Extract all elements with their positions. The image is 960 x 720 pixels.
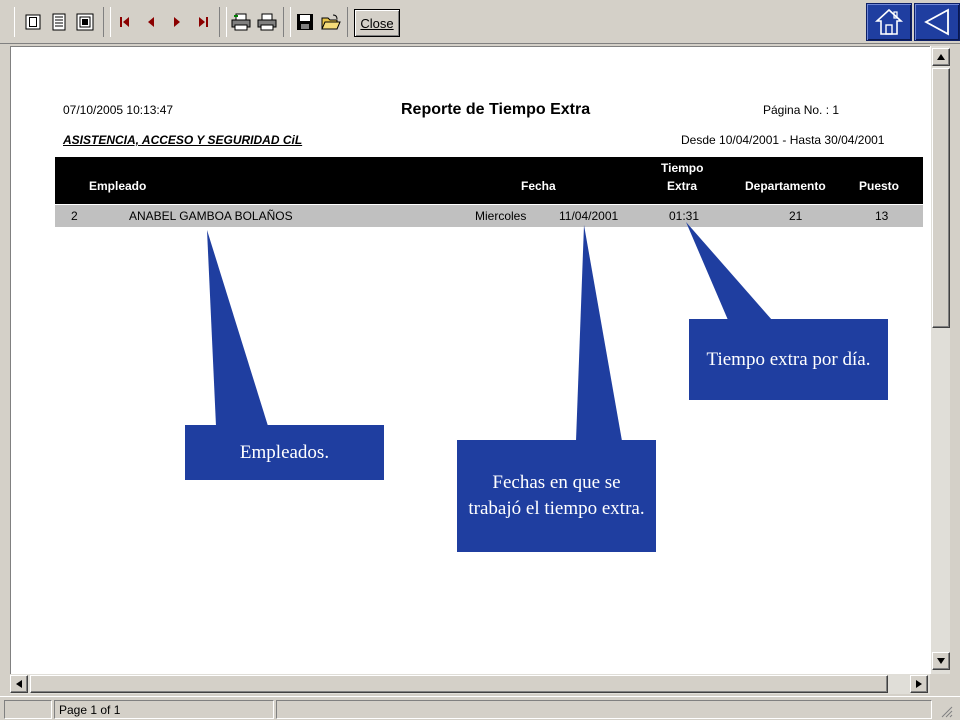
first-page-button[interactable] [114,10,136,34]
cell-employee-name: ANABEL GAMBOA BOLAÑOS [129,209,293,223]
print-setup-icon [231,13,251,31]
scroll-up-button[interactable] [932,48,950,66]
cell-position: 13 [875,209,889,223]
single-page-view-icon [25,14,41,30]
column-header-empleado: Empleado [89,179,147,193]
report-timestamp: 07/10/2005 10:13:47 [63,103,174,117]
arrow-left-icon [16,680,22,688]
back-triangle-icon [924,8,949,36]
report-title: Reporte de Tiempo Extra [401,101,591,118]
multi-page-view-icon [52,13,66,31]
vertical-scroll-thumb[interactable] [932,68,950,328]
status-bar: Page 1 of 1 [0,696,960,720]
print-button[interactable] [256,10,278,34]
table-row: 2 ANABEL GAMBOA BOLAÑOS Miercoles 11/04/… [55,205,923,227]
home-icon [874,8,904,35]
cell-date: 11/04/2001 [559,209,619,223]
column-header-puesto: Puesto [859,179,900,193]
save-button[interactable] [294,10,316,34]
zoom-page-icon [76,13,94,31]
cell-department: 21 [789,209,803,223]
previous-page-icon [148,17,154,27]
toolbar: Close [0,0,960,44]
next-page-icon [174,17,180,27]
cell-extra-time: 01:31 [669,209,700,223]
column-header-tiempo: Tiempo [661,161,704,175]
report-viewer-window: Close 07/10/2005 10:13:47 Reporte de Tie… [0,0,960,720]
open-button[interactable] [320,10,342,34]
resize-grip-icon[interactable] [936,701,954,719]
close-button[interactable]: Close [354,9,400,37]
column-header-fecha: Fecha [521,179,556,193]
open-folder-icon [321,14,341,30]
scroll-right-button[interactable] [910,675,928,693]
report-company-name: ASISTENCIA, ACCESO Y SEGURIDAD CiL [63,133,303,147]
back-button[interactable] [914,3,960,41]
arrow-down-icon [937,658,945,664]
column-header-extra: Extra [667,179,698,193]
report-date-range: Desde 10/04/2001 - Hasta 30/04/2001 [681,133,885,147]
previous-page-button[interactable] [140,10,162,34]
vertical-scrollbar[interactable] [930,46,950,674]
horizontal-scrollbar[interactable] [10,674,930,694]
report-page-number: Página No. : 1 [763,103,840,117]
table-header: Empleado Fecha Tiempo Extra Departamento… [55,157,923,204]
scroll-down-button[interactable] [932,652,950,670]
horizontal-scroll-thumb[interactable] [30,675,888,693]
callout-empleados: Empleados. [185,425,384,480]
cell-day: Miercoles [475,209,527,223]
next-page-button[interactable] [166,10,188,34]
status-cell-message [276,700,932,719]
cell-employee-id: 2 [71,209,78,223]
status-page-info: Page 1 of 1 [54,700,274,719]
single-page-view-button[interactable] [22,10,44,34]
printer-icon [257,13,277,31]
column-header-departamento: Departamento [745,179,826,193]
multi-page-view-button[interactable] [48,10,70,34]
last-page-icon [199,17,208,27]
callout-tiempo-extra: Tiempo extra por día. [689,319,888,400]
arrow-up-icon [937,54,945,60]
last-page-button[interactable] [192,10,214,34]
home-button[interactable] [866,3,912,41]
arrow-right-icon [916,680,922,688]
first-page-icon [120,17,129,27]
scroll-left-button[interactable] [10,675,28,693]
status-cell-empty [4,700,52,719]
print-setup-button[interactable] [230,10,252,34]
callout-fechas: Fechas en que se trabajó el tiempo extra… [457,440,656,552]
scrollbar-corner [930,674,950,694]
zoom-page-button[interactable] [74,10,96,34]
save-icon [297,14,313,30]
